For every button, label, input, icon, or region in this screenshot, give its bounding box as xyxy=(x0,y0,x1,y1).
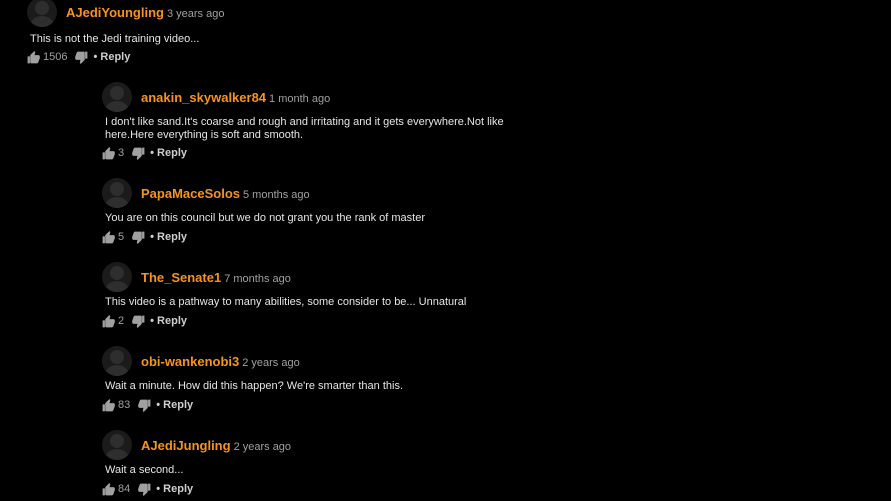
username[interactable]: PapaMaceSolos xyxy=(141,186,240,201)
thumbs-up-icon[interactable] xyxy=(102,230,116,244)
comment-text: You are on this council but we do not gr… xyxy=(105,212,426,224)
reply-comment: PapaMaceSolos 5 months ago You are on thi… xyxy=(102,178,802,248)
comments-section: AJediYoungling 3 years ago This is not th… xyxy=(0,0,891,501)
thumbs-down-icon[interactable] xyxy=(131,147,145,160)
like-count: 2 xyxy=(118,315,125,327)
reply-comment: AJediJungling 2 years ago Wait a second..… xyxy=(102,430,802,500)
comment-time: 7 months ago xyxy=(224,273,291,285)
reply-button[interactable]: • Reply xyxy=(93,51,130,63)
comment-time: 2 years ago xyxy=(233,441,292,453)
username[interactable]: obi-wankenobi3 xyxy=(141,354,239,369)
avatar[interactable] xyxy=(27,0,57,27)
comment-text: I don't like sand.It's coarse and rough … xyxy=(105,116,504,141)
reply-button[interactable]: • Reply xyxy=(156,483,193,495)
comment-actions: 5 • Reply xyxy=(102,230,187,244)
like-count: 3 xyxy=(118,147,125,159)
comment: AJediYoungling 3 years ago This is not th… xyxy=(27,0,827,67)
avatar[interactable] xyxy=(102,178,132,208)
reply-button[interactable]: • Reply xyxy=(150,147,187,159)
username[interactable]: AJediYoungling xyxy=(66,5,164,20)
username[interactable]: The_Senate1 xyxy=(141,270,221,285)
reply-comment: The_Senate1 7 months ago This video is a … xyxy=(102,262,802,332)
thumbs-down-icon[interactable] xyxy=(74,51,88,64)
thumbs-up-icon[interactable] xyxy=(27,50,41,64)
thumbs-down-icon[interactable] xyxy=(131,315,145,328)
thumbs-up-icon[interactable] xyxy=(102,398,116,412)
comment-text: This is not the Jedi training video... xyxy=(30,33,200,45)
avatar[interactable] xyxy=(102,346,132,376)
like-count: 84 xyxy=(118,483,131,495)
comment-text: Wait a second... xyxy=(105,464,184,476)
reply-comment: obi-wankenobi3 2 years ago Wait a minute.… xyxy=(102,346,802,416)
comment-actions: 83 • Reply xyxy=(102,398,193,412)
username[interactable]: AJediJungling xyxy=(141,438,231,453)
reply-button[interactable]: • Reply xyxy=(156,399,193,411)
thumbs-up-icon[interactable] xyxy=(102,314,116,328)
avatar[interactable] xyxy=(102,82,132,112)
comment-actions: 1506 • Reply xyxy=(27,50,130,64)
thumbs-up-icon[interactable] xyxy=(102,482,116,496)
comment-actions: 3 • Reply xyxy=(102,146,187,160)
like-count: 83 xyxy=(118,399,131,411)
reply-button[interactable]: • Reply xyxy=(150,315,187,327)
thumbs-down-icon[interactable] xyxy=(131,231,145,244)
comment-time: 3 years ago xyxy=(166,8,225,20)
username[interactable]: anakin_skywalker84 xyxy=(141,90,266,105)
comment-time: 1 month ago xyxy=(269,93,331,105)
comment-text: Wait a minute. How did this happen? We'r… xyxy=(105,380,404,392)
reply-button[interactable]: • Reply xyxy=(150,231,187,243)
reply-comment: anakin_skywalker84 1 month ago I don't li… xyxy=(102,82,802,162)
comment-time: 2 years ago xyxy=(242,357,300,369)
comment-actions: 84 • Reply xyxy=(102,482,193,496)
thumbs-up-icon[interactable] xyxy=(102,146,116,160)
comment-actions: 2 • Reply xyxy=(102,314,187,328)
thumbs-down-icon[interactable] xyxy=(137,399,151,412)
comment-text: This video is a pathway to many abilitie… xyxy=(105,296,467,308)
thumbs-down-icon[interactable] xyxy=(137,483,151,496)
comment-time: 5 months ago xyxy=(243,189,310,201)
avatar[interactable] xyxy=(102,262,132,292)
avatar[interactable] xyxy=(102,430,132,460)
like-count: 5 xyxy=(118,231,125,243)
like-count: 1506 xyxy=(43,51,68,63)
